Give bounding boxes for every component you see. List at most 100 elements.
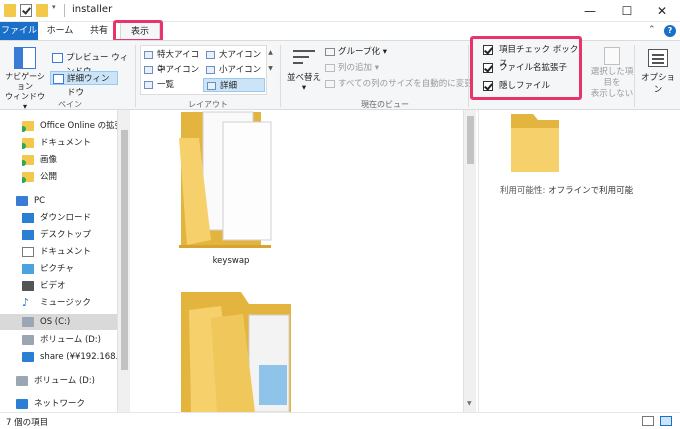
nav-item-label: ダウンロード: [40, 213, 92, 223]
ribbon-collapse-chevron-icon[interactable]: ⌃: [648, 25, 656, 35]
add-columns-button[interactable]: 列の追加 ▾: [324, 61, 379, 75]
nav-item-public[interactable]: 公開: [22, 169, 117, 185]
nav-item-pictures[interactable]: ピクチャ: [22, 261, 117, 277]
nav-item-os-c[interactable]: OS (C:): [0, 314, 117, 330]
item-checkboxes-toggle[interactable]: 項目チェック ボックス: [483, 43, 579, 69]
synced-folder-icon: [22, 172, 34, 183]
nav-item-volume-d[interactable]: ボリューム (D:): [22, 332, 117, 348]
size-all-columns-button[interactable]: すべての列のサイズを自動的に変更する: [324, 77, 490, 91]
maximize-button[interactable]: ☐: [609, 0, 645, 22]
item-count: 7 個の項目: [6, 418, 49, 428]
hide-selected-items-button[interactable]: 選択した項目を 表示しない: [588, 47, 636, 99]
layout-extra-large-icons[interactable]: 特大アイコン: [141, 48, 203, 74]
layout-large-icons[interactable]: 大アイコン: [203, 48, 265, 62]
file-list-scrollbar[interactable]: ▼: [463, 110, 476, 412]
nav-item-documents-cloud[interactable]: ドキュメント: [22, 135, 117, 151]
details-pane-icon: [53, 74, 64, 84]
tab-share[interactable]: 共有: [82, 22, 116, 40]
layout-small-icons[interactable]: 小アイコン: [203, 63, 265, 77]
hidden-items-checkbox[interactable]: [483, 81, 493, 91]
availability-info: 利用可能性: オフラインで利用可能: [500, 184, 633, 196]
minimize-button[interactable]: —: [572, 0, 608, 22]
nav-item-music[interactable]: ♪ ミュージック: [22, 295, 117, 311]
nav-item-pc[interactable]: PC: [16, 193, 117, 209]
details-view-icon[interactable]: [642, 416, 654, 426]
layout-list-label: 一覧: [157, 80, 175, 90]
tab-home[interactable]: ホーム: [42, 22, 78, 40]
options-button[interactable]: オプション: [638, 47, 678, 97]
properties-icon[interactable]: [20, 4, 32, 17]
synced-folder-icon: [22, 121, 34, 132]
file-extensions-label: ファイル名拡張子: [499, 63, 568, 73]
large-icons-view-icon[interactable]: [660, 416, 672, 426]
window-title: installer: [72, 4, 113, 15]
file-extensions-toggle[interactable]: ファイル名拡張子: [483, 61, 567, 75]
nav-item-documents[interactable]: ドキュメント: [22, 244, 117, 260]
nav-item-volume-d-2[interactable]: ボリューム (D:): [16, 373, 117, 389]
sort-by-button[interactable]: 並べ替え ▾: [284, 45, 324, 97]
hidden-items-toggle[interactable]: 隠しファイル: [483, 79, 550, 93]
title-separator: [64, 4, 65, 17]
layout-gallery: 特大アイコン 大アイコン 中アイコン 小アイコン 一覧 詳細: [140, 45, 274, 95]
pictures-icon: [22, 264, 34, 274]
file-name-label[interactable]: keyswap: [191, 256, 271, 266]
nav-item-downloads[interactable]: ダウンロード: [22, 210, 117, 226]
group-by-button[interactable]: グループ化 ▾: [324, 45, 387, 59]
nav-item-label: PC: [34, 196, 46, 206]
layout-medium-icons[interactable]: 中アイコン: [141, 63, 203, 77]
video-icon: [22, 281, 34, 291]
scrollbar-thumb[interactable]: [121, 130, 128, 370]
synced-folder-icon: [22, 155, 34, 166]
file-extensions-checkbox[interactable]: [483, 63, 493, 73]
details-pane: [478, 110, 680, 412]
file-list: keyswap: [131, 110, 476, 412]
nav-item-label: ネットワーク: [34, 399, 86, 409]
help-icon[interactable]: ?: [664, 25, 676, 37]
list-icon: [144, 81, 153, 89]
layout-small-label: 小アイコン: [219, 65, 262, 75]
scrollbar-thumb[interactable]: [467, 116, 474, 164]
nav-item-network[interactable]: ネットワーク: [16, 396, 117, 412]
small-icons-icon: [206, 66, 215, 74]
details-pane-button[interactable]: 詳細ウィンドウ: [50, 71, 118, 98]
medium-icons-icon: [144, 66, 153, 74]
hide-selected-label-1: 選択した項目を: [590, 67, 634, 88]
quick-access-dropdown-icon[interactable]: ▾: [52, 4, 64, 17]
layout-list[interactable]: 一覧: [141, 78, 203, 92]
folder-icon: [511, 114, 559, 172]
nav-item-share[interactable]: share (¥¥192.168.1.18...: [22, 349, 117, 365]
navigation-pane-label-1: ナビゲーション: [5, 72, 45, 91]
layout-large-label: 大アイコン: [219, 50, 262, 60]
layout-details[interactable]: 詳細: [203, 78, 265, 92]
layout-gallery-scroll[interactable]: ▲ ▼: [266, 45, 274, 95]
group-by-icon: [325, 48, 335, 56]
nav-item-label: ドキュメント: [40, 138, 92, 148]
scroll-down-icon[interactable]: ▼: [467, 400, 472, 407]
synced-folder-icon: [22, 138, 34, 149]
add-columns-icon: [325, 64, 335, 72]
group-separator: [280, 45, 281, 107]
tab-file[interactable]: ファイル: [0, 22, 38, 40]
nav-item-desktop[interactable]: デスクトップ: [22, 227, 117, 243]
folder-icon[interactable]: [179, 111, 272, 248]
drive-icon: [22, 335, 34, 345]
close-button[interactable]: ✕: [644, 0, 680, 22]
nav-item-videos[interactable]: ビデオ: [22, 278, 117, 294]
network-icon: [16, 399, 28, 409]
nav-item-office-online[interactable]: Office Online の拡張...: [22, 118, 117, 134]
group-label-current-view: 現在のビュー: [361, 100, 409, 109]
availability-key: 利用可能性:: [500, 186, 546, 196]
item-checkboxes-checkbox[interactable]: [483, 45, 493, 55]
nav-item-images[interactable]: 画像: [22, 152, 117, 168]
details-icon: [207, 82, 216, 90]
navigation-pane-button[interactable]: ナビゲーション ウィンドウ ▾: [4, 45, 46, 111]
new-folder-icon[interactable]: [36, 4, 48, 17]
navigation-pane-scrollbar[interactable]: [117, 110, 130, 412]
preview-pane-button[interactable]: プレビュー ウィンドウ: [50, 51, 134, 77]
nav-item-label: 公開: [40, 172, 58, 182]
desktop-icon: [22, 230, 34, 240]
folder-icon[interactable]: [181, 292, 291, 412]
hide-selected-label-2: 表示しない: [590, 89, 634, 99]
folder-icon: [4, 4, 16, 17]
group-separator: [135, 45, 136, 107]
